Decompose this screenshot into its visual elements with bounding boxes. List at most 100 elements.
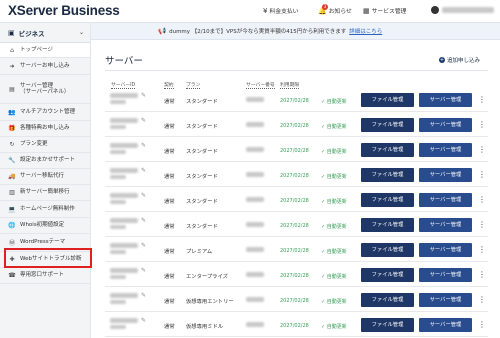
sidebar-item[interactable]: ▥ 新サーバー簡単移行 (0, 185, 90, 201)
more-options-icon[interactable]: ⋮ (478, 243, 486, 257)
sidebar-title[interactable]: ▣ ビジネス ⌄ (0, 23, 90, 43)
file-manager-button[interactable]: ファイル管理 (361, 318, 414, 332)
nav-service-management[interactable]: ▦ サービス管理 (363, 6, 406, 16)
more-options-icon[interactable]: ⋮ (478, 168, 486, 182)
notification-badge: 3 (322, 3, 328, 10)
edit-pencil-icon[interactable]: ✎ (141, 242, 146, 249)
sidebar-item[interactable]: 🚚 サーバー移転代行 (0, 169, 90, 185)
file-manager-button[interactable]: ファイル管理 (361, 193, 414, 207)
more-options-icon[interactable]: ⋮ (478, 193, 486, 207)
auto-renew-label: 自動更新 (326, 324, 347, 330)
edit-pencil-icon[interactable]: ✎ (141, 167, 146, 174)
sidebar-item[interactable]: ➜ サーバーお申し込み (0, 58, 90, 75)
more-options-icon[interactable]: ⋮ (478, 218, 486, 232)
server-manager-button[interactable]: サーバー管理 (419, 168, 472, 182)
file-manager-button[interactable]: ファイル管理 (361, 218, 414, 232)
file-manager-button[interactable]: ファイル管理 (361, 93, 414, 107)
edit-pencil-icon[interactable]: ✎ (141, 267, 146, 274)
file-manager-button[interactable]: ファイル管理 (361, 268, 414, 282)
sidebar-item-label: マルチアカウント管理 (20, 109, 75, 116)
expiry-date: 2027/02/28 (280, 148, 309, 154)
sidebar-item[interactable]: 🌐 Whois初期値設定 (0, 218, 90, 234)
sidebar-item[interactable]: 🔧 設定おまかせサポート (0, 153, 90, 169)
sidebar-item[interactable]: 👥 マルチアカウント管理 (0, 104, 90, 121)
server-manager-button[interactable]: サーバー管理 (419, 143, 472, 157)
nav-payment[interactable]: ¥ 料金支払い (263, 6, 298, 16)
contract-type: 通常 (164, 274, 175, 280)
expiry-date: 2027/02/28 (280, 248, 309, 254)
nav-notifications[interactable]: 🔔 3 お知らせ (318, 3, 352, 15)
file-manager-button[interactable]: ファイル管理 (361, 243, 414, 257)
server-number-redacted (246, 222, 264, 229)
edit-pencil-icon[interactable]: ✎ (141, 142, 146, 149)
add-application-link[interactable]: + 追加申し込み (438, 56, 480, 64)
server-id-redacted (110, 218, 138, 229)
server-manager-button[interactable]: サーバー管理 (419, 218, 472, 232)
auto-renew-label: 自動更新 (326, 124, 347, 130)
contract-type: 通常 (164, 299, 175, 305)
server-number-redacted (246, 122, 264, 129)
user-menu[interactable] (431, 6, 494, 14)
more-options-icon[interactable]: ⋮ (478, 268, 486, 282)
server-manager-button[interactable]: サーバー管理 (419, 293, 472, 307)
server-id-redacted (110, 93, 138, 104)
chevron-down-icon[interactable]: ⌄ (79, 29, 84, 36)
globe-icon: 🌐 (8, 222, 16, 229)
sidebar-item-text: サーバーお申し込み (20, 62, 70, 69)
more-options-icon[interactable]: ⋮ (478, 318, 486, 332)
expiry-date: 2027/02/28 (280, 123, 309, 129)
sidebar-item-text: 専用窓口サポート (20, 272, 65, 279)
table-row: ✎ 通常 仮想専用ミドル 2027/02/28 ✓ 自動更新 ファイル管理 サーバー管理 ⋮ (105, 313, 488, 337)
plan-name: 仮想専用ミドル (186, 324, 224, 330)
file-manager-button[interactable]: ファイル管理 (361, 168, 414, 182)
server-manager-button[interactable]: サーバー管理 (419, 243, 472, 257)
user-name-redacted (442, 7, 494, 13)
server-manager-button[interactable]: サーバー管理 (419, 118, 472, 132)
server-manager-button[interactable]: サーバー管理 (419, 268, 472, 282)
file-manager-button[interactable]: ファイル管理 (361, 118, 414, 132)
sidebar: ▣ ビジネス ⌄ ⌂ トップページ ➜ サーバーお申し込み ▤ サーバー管理 （サーバーパネ… (0, 23, 91, 338)
sidebar-item[interactable]: 🎁 各種特典お申し込み (0, 121, 90, 137)
more-options-icon[interactable]: ⋮ (478, 93, 486, 107)
sidebar-item[interactable]: ↻ プラン変更 (0, 137, 90, 153)
sidebar-item[interactable]: ▤ サーバー管理 （サーバーパネル） (0, 75, 90, 104)
server-manager-button[interactable]: サーバー管理 (419, 318, 472, 332)
file-manager-button[interactable]: ファイル管理 (361, 293, 414, 307)
xserver-business-logo[interactable]: XServer Business (8, 3, 120, 18)
table-row: ✎ 通常 スタンダード 2027/02/28 ✓ 自動更新 ファイル管理 サーバー管理 ⋮ (105, 213, 488, 237)
expiry-date: 2027/02/28 (280, 223, 309, 229)
more-options-icon[interactable]: ⋮ (478, 143, 486, 157)
divider (105, 70, 488, 71)
sidebar-item[interactable]: ☎ 専用窓口サポート (0, 268, 90, 284)
more-options-icon[interactable]: ⋮ (478, 293, 486, 307)
home-icon: ⌂ (10, 46, 14, 54)
edit-pencil-icon[interactable]: ✎ (141, 117, 146, 124)
building-icon: ▣ (8, 28, 15, 37)
edit-pencil-icon[interactable]: ✎ (141, 317, 146, 324)
server-manager-button[interactable]: サーバー管理 (419, 193, 472, 207)
yen-icon: ¥ (263, 6, 268, 15)
auto-renew-status: ✓ 自動更新 (321, 323, 347, 330)
server-id-redacted (110, 118, 138, 129)
edit-pencil-icon[interactable]: ✎ (141, 217, 146, 224)
grid-icon: ▦ (363, 6, 370, 15)
table-row: ✎ 通常 スタンダード 2027/02/28 ✓ 自動更新 ファイル管理 サーバー管理 ⋮ (105, 163, 488, 187)
sidebar-item-subtext: （サーバーパネル） (20, 89, 70, 95)
edit-pencil-icon[interactable]: ✎ (141, 92, 146, 99)
truck-icon: 🚚 (8, 173, 16, 180)
sidebar-item-text: 各種特典お申し込み (20, 125, 70, 132)
sidebar-item[interactable]: 💻 ホームページ無料制作 (0, 201, 90, 218)
sidebar-item-label: 各種特典お申し込み (20, 125, 70, 132)
more-options-icon[interactable]: ⋮ (478, 118, 486, 132)
contract-type: 通常 (164, 224, 175, 230)
edit-pencil-icon[interactable]: ✎ (141, 292, 146, 299)
laptop-icon: 💻 (8, 205, 16, 213)
server-manager-button[interactable]: サーバー管理 (419, 93, 472, 107)
sidebar-item-label: サーバー管理 （サーバーパネル） (20, 83, 69, 96)
nav-notifications-label: お知らせ (328, 9, 352, 15)
notice-link[interactable]: 詳細はこちら (349, 27, 382, 35)
edit-pencil-icon[interactable]: ✎ (141, 192, 146, 199)
file-manager-button[interactable]: ファイル管理 (361, 143, 414, 157)
notice-bar: 📢 dummy 【2/10まで】VPSが今なら実質半額の415円から利用できます… (91, 23, 500, 40)
sidebar-item[interactable]: ⌂ トップページ (0, 43, 90, 58)
